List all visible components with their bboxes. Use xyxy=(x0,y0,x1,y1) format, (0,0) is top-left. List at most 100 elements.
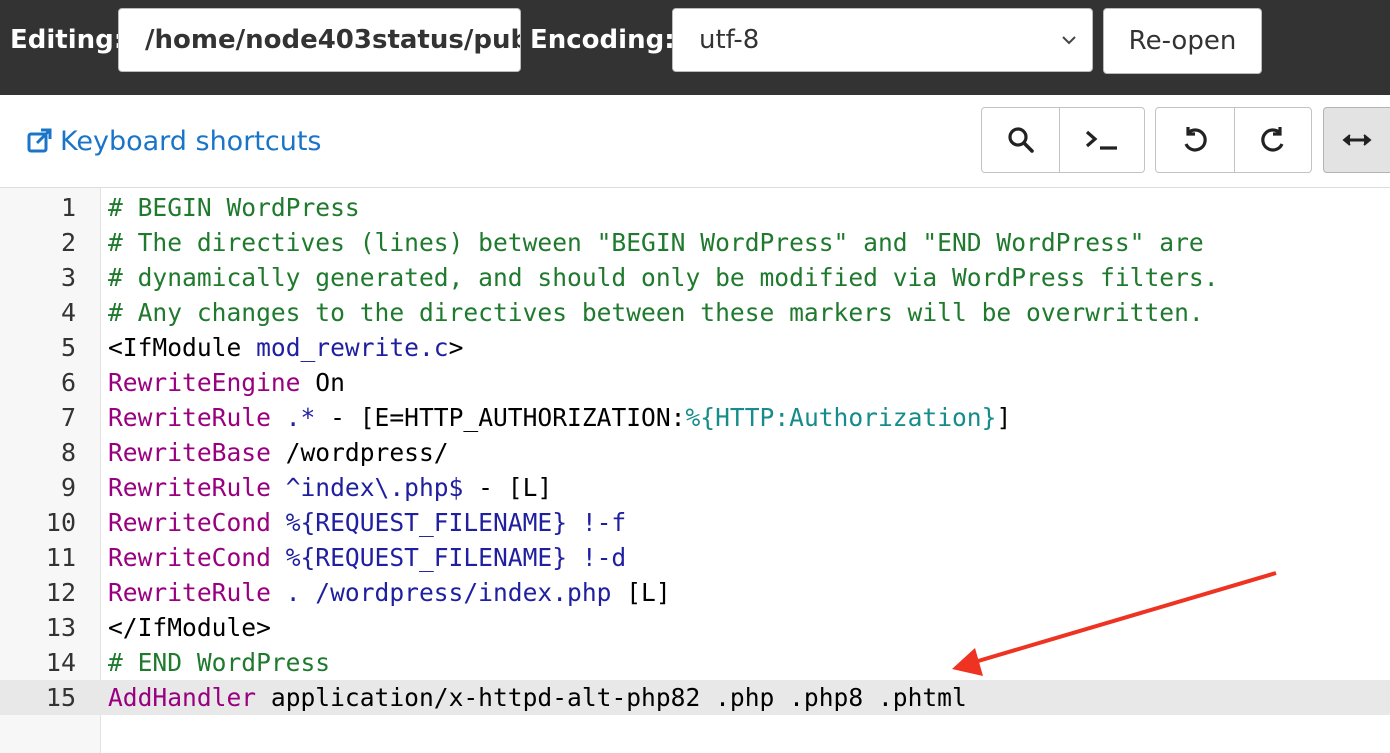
code-token: <IfModule xyxy=(108,333,257,362)
code-text: RewriteRule . /wordpress/index.php [L] xyxy=(108,575,671,610)
code-text: AddHandler application/x-httpd-alt-php82… xyxy=(108,680,967,715)
encoding-value: utf-8 xyxy=(699,25,760,55)
code-text: # The directives (lines) between "BEGIN … xyxy=(108,225,1204,260)
code-token: . /wordpress/index.php xyxy=(285,578,612,607)
code-token: </IfModule> xyxy=(108,613,271,642)
line-number: 1 xyxy=(60,193,76,222)
redo-button[interactable] xyxy=(1234,107,1312,173)
code-token: [L] xyxy=(611,578,671,607)
line-number: 9 xyxy=(60,473,76,502)
line-number: 10 xyxy=(45,508,76,537)
code-token: RewriteCond xyxy=(108,543,271,572)
code-token: mod_rewrite.c xyxy=(256,333,449,362)
line-number: 3 xyxy=(60,263,76,292)
line-number: 5 xyxy=(60,333,76,362)
horizontal-arrows-icon xyxy=(1342,134,1372,146)
code-text: # Any changes to the directives between … xyxy=(108,295,1204,330)
code-token: [E=HTTP_AUTHORIZATION: xyxy=(359,403,686,432)
reopen-button[interactable]: Re-open xyxy=(1103,8,1262,74)
terminal-button[interactable] xyxy=(1059,107,1145,173)
code-line[interactable]: 2 # The directives (lines) between "BEGIN… xyxy=(0,225,1390,260)
code-text: # END WordPress xyxy=(108,645,330,680)
search-button[interactable] xyxy=(981,107,1060,173)
code-line[interactable]: 3 # dynamically generated, and should onl… xyxy=(0,260,1390,295)
code-editor[interactable]: 1 # BEGIN WordPress 2 # The directives (lin… xyxy=(0,187,1390,753)
code-text: RewriteBase /wordpress/ xyxy=(108,435,449,470)
line-number: 7 xyxy=(60,403,76,432)
code-token: %{REQUEST_FILENAME} !-d xyxy=(285,543,627,572)
code-text: # BEGIN WordPress xyxy=(108,190,360,225)
code-text: RewriteCond %{REQUEST_FILENAME} !-f xyxy=(108,505,626,540)
code-token: # dynamically generated, and should only… xyxy=(108,263,1219,292)
code-token: /wordpress/ xyxy=(270,438,449,467)
code-text: RewriteCond %{REQUEST_FILENAME} !-d xyxy=(108,540,626,575)
keyboard-shortcuts-label: Keyboard shortcuts xyxy=(60,126,322,157)
wrap-toggle-button[interactable] xyxy=(1323,107,1390,173)
line-number: 15 xyxy=(45,683,76,712)
code-token: # BEGIN WordPress xyxy=(108,193,360,222)
code-line[interactable]: 7 RewriteRule .* - [E=HTTP_AUTHORIZATION:… xyxy=(0,400,1390,435)
code-line[interactable]: 9 RewriteRule ^index\.php$ - [L] xyxy=(0,470,1390,505)
code-token: RewriteCond xyxy=(108,508,271,537)
code-line[interactable]: 14 # END WordPress xyxy=(0,645,1390,680)
code-text: RewriteRule ^index\.php$ - [L] xyxy=(108,470,552,505)
code-token: - xyxy=(315,403,360,432)
code-token: ^index\.php$ xyxy=(285,473,464,502)
code-line[interactable]: 4 # Any changes to the directives between… xyxy=(0,295,1390,330)
file-path-input[interactable]: /home/node403status/public_html/wordpres… xyxy=(118,8,521,72)
code-token: RewriteEngine xyxy=(108,368,301,397)
code-token: On xyxy=(300,368,345,397)
line-number: 8 xyxy=(60,438,76,467)
code-token: # END WordPress xyxy=(108,648,331,677)
code-token: %{REQUEST_FILENAME} !-f xyxy=(285,508,627,537)
line-number: 4 xyxy=(60,298,76,327)
code-token: - [L] xyxy=(463,473,553,502)
code-line[interactable]: 13 </IfModule> xyxy=(0,610,1390,645)
code-text: </IfModule> xyxy=(108,610,271,645)
redo-icon xyxy=(1261,127,1284,152)
code-text: RewriteRule .* - [E=HTTP_AUTHORIZATION:%… xyxy=(108,400,1011,435)
code-line[interactable]: 5 <IfModule mod_rewrite.c> xyxy=(0,330,1390,365)
line-number: 11 xyxy=(45,543,76,572)
terminal-icon xyxy=(1085,130,1117,150)
code-token: .* xyxy=(285,403,316,432)
code-token: RewriteRule xyxy=(108,473,271,502)
code-line[interactable]: 1 # BEGIN WordPress xyxy=(0,190,1390,225)
line-number: 12 xyxy=(45,578,76,607)
code-token: RewriteRule xyxy=(108,403,271,432)
search-icon xyxy=(1007,127,1034,153)
code-token: > xyxy=(448,333,464,362)
encoding-label: Encoding: xyxy=(530,25,675,55)
code-line[interactable]: 8 RewriteBase /wordpress/ xyxy=(0,435,1390,470)
undo-button[interactable] xyxy=(1155,107,1235,173)
code-token: AddHandler xyxy=(108,683,257,712)
editing-label: Editing: xyxy=(10,25,125,55)
undo-icon xyxy=(1184,127,1207,152)
code-line[interactable]: 15 AddHandler application/x-httpd-alt-php… xyxy=(0,680,1390,715)
code-line[interactable]: 12 RewriteRule . /wordpress/index.php [L] xyxy=(0,575,1390,610)
code-token: # Any changes to the directives between … xyxy=(108,298,1204,327)
code-line[interactable]: 6 RewriteEngine On xyxy=(0,365,1390,400)
encoding-select[interactable]: utf-8 xyxy=(672,8,1093,72)
code-token: application/x-httpd-alt-php82 .php .php8… xyxy=(256,683,967,712)
code-text: RewriteEngine On xyxy=(108,365,345,400)
chevron-down-icon xyxy=(1062,36,1076,45)
code-token: ] xyxy=(996,403,1012,432)
external-link-icon xyxy=(27,128,52,153)
code-line[interactable]: 10 RewriteCond %{REQUEST_FILENAME} !-f xyxy=(0,505,1390,540)
code-token: # The directives (lines) between "BEGIN … xyxy=(108,228,1204,257)
code-text: # dynamically generated, and should only… xyxy=(108,260,1219,295)
line-number: 2 xyxy=(60,228,76,257)
line-number: 13 xyxy=(45,613,76,642)
keyboard-shortcuts-link[interactable]: Keyboard shortcuts xyxy=(26,124,322,160)
line-number: 6 xyxy=(60,368,76,397)
line-number: 14 xyxy=(45,648,76,677)
code-line[interactable]: 11 RewriteCond %{REQUEST_FILENAME} !-d xyxy=(0,540,1390,575)
code-token: RewriteBase xyxy=(108,438,271,467)
code-text: <IfModule mod_rewrite.c> xyxy=(108,330,463,365)
code-token: %{HTTP:Authorization} xyxy=(685,403,997,432)
